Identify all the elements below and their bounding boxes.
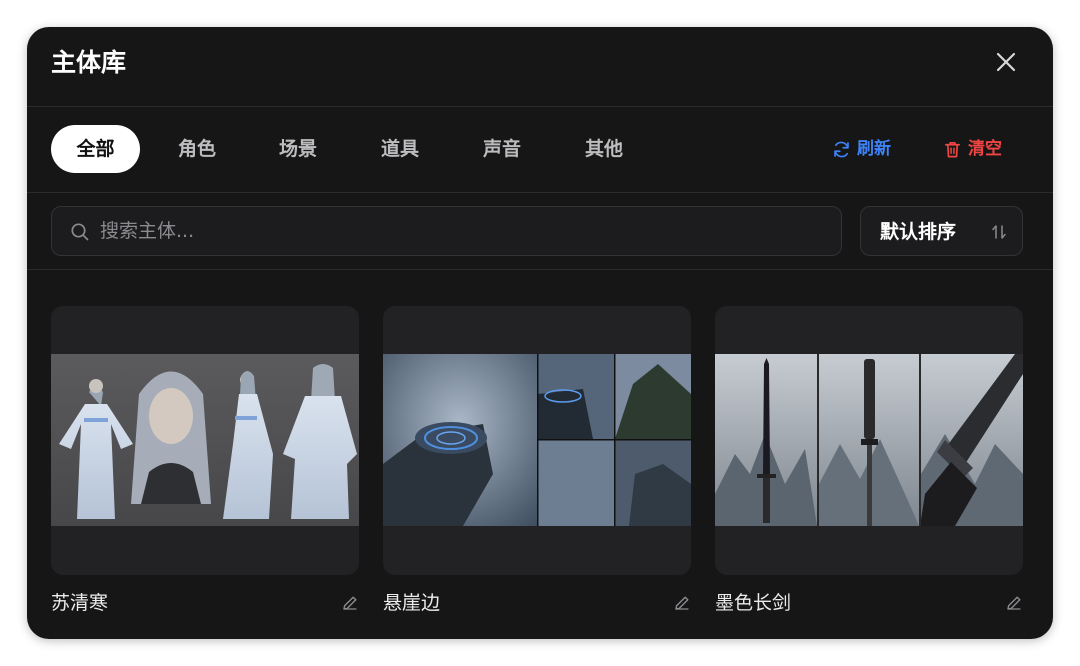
search-input[interactable] bbox=[100, 207, 830, 255]
tab-other[interactable]: 其他 bbox=[564, 125, 644, 173]
clear-button[interactable]: 清空 bbox=[943, 137, 1002, 161]
dialog-header: 主体库 bbox=[27, 27, 1053, 107]
cliff-scene-image bbox=[383, 354, 691, 526]
trash-icon bbox=[944, 141, 961, 157]
sort-arrows-icon bbox=[992, 225, 1006, 239]
refresh-icon bbox=[834, 141, 849, 157]
card-title: 悬崖边 bbox=[383, 592, 441, 614]
clear-label: 清空 bbox=[968, 139, 1002, 159]
edit-pencil-icon[interactable] bbox=[341, 594, 359, 612]
card-title: 苏清寒 bbox=[51, 592, 109, 614]
search-box bbox=[51, 206, 842, 256]
card-thumbnail[interactable] bbox=[51, 306, 359, 575]
close-button[interactable] bbox=[995, 51, 1017, 73]
subject-card: 苏清寒 bbox=[51, 306, 359, 614]
search-icon bbox=[71, 223, 89, 241]
dialog-title: 主体库 bbox=[51, 48, 127, 77]
category-tabs: 全部 角色 场景 道具 声音 其他 刷新 清空 bbox=[27, 107, 1053, 193]
search-toolbar: 默认排序 bbox=[27, 193, 1053, 270]
subject-library-dialog: 主体库 全部 角色 场景 道具 声音 其他 刷新 清空 搜索主体... 默认排序… bbox=[27, 27, 1053, 639]
tab-sound[interactable]: 声音 bbox=[462, 125, 542, 173]
subject-card: 墨色长剑 bbox=[715, 306, 1023, 614]
tab-character[interactable]: 角色 bbox=[157, 125, 237, 173]
card-thumbnail[interactable] bbox=[383, 306, 691, 575]
sort-dropdown[interactable]: 默认排序 bbox=[860, 206, 1023, 256]
character-turnaround-image bbox=[51, 354, 359, 526]
refresh-button[interactable]: 刷新 bbox=[832, 137, 891, 161]
close-icon bbox=[996, 52, 1016, 72]
black-sword-image bbox=[715, 354, 1023, 526]
card-title: 墨色长剑 bbox=[715, 592, 792, 614]
tab-all[interactable]: 全部 bbox=[51, 125, 140, 173]
tab-prop[interactable]: 道具 bbox=[360, 125, 440, 173]
edit-pencil-icon[interactable] bbox=[1005, 594, 1023, 612]
card-thumbnail[interactable] bbox=[715, 306, 1023, 575]
tab-scene[interactable]: 场景 bbox=[258, 125, 338, 173]
edit-pencil-icon[interactable] bbox=[673, 594, 691, 612]
refresh-label: 刷新 bbox=[857, 139, 891, 159]
subject-card: 悬崖边 bbox=[383, 306, 691, 614]
sort-label: 默认排序 bbox=[880, 221, 957, 243]
